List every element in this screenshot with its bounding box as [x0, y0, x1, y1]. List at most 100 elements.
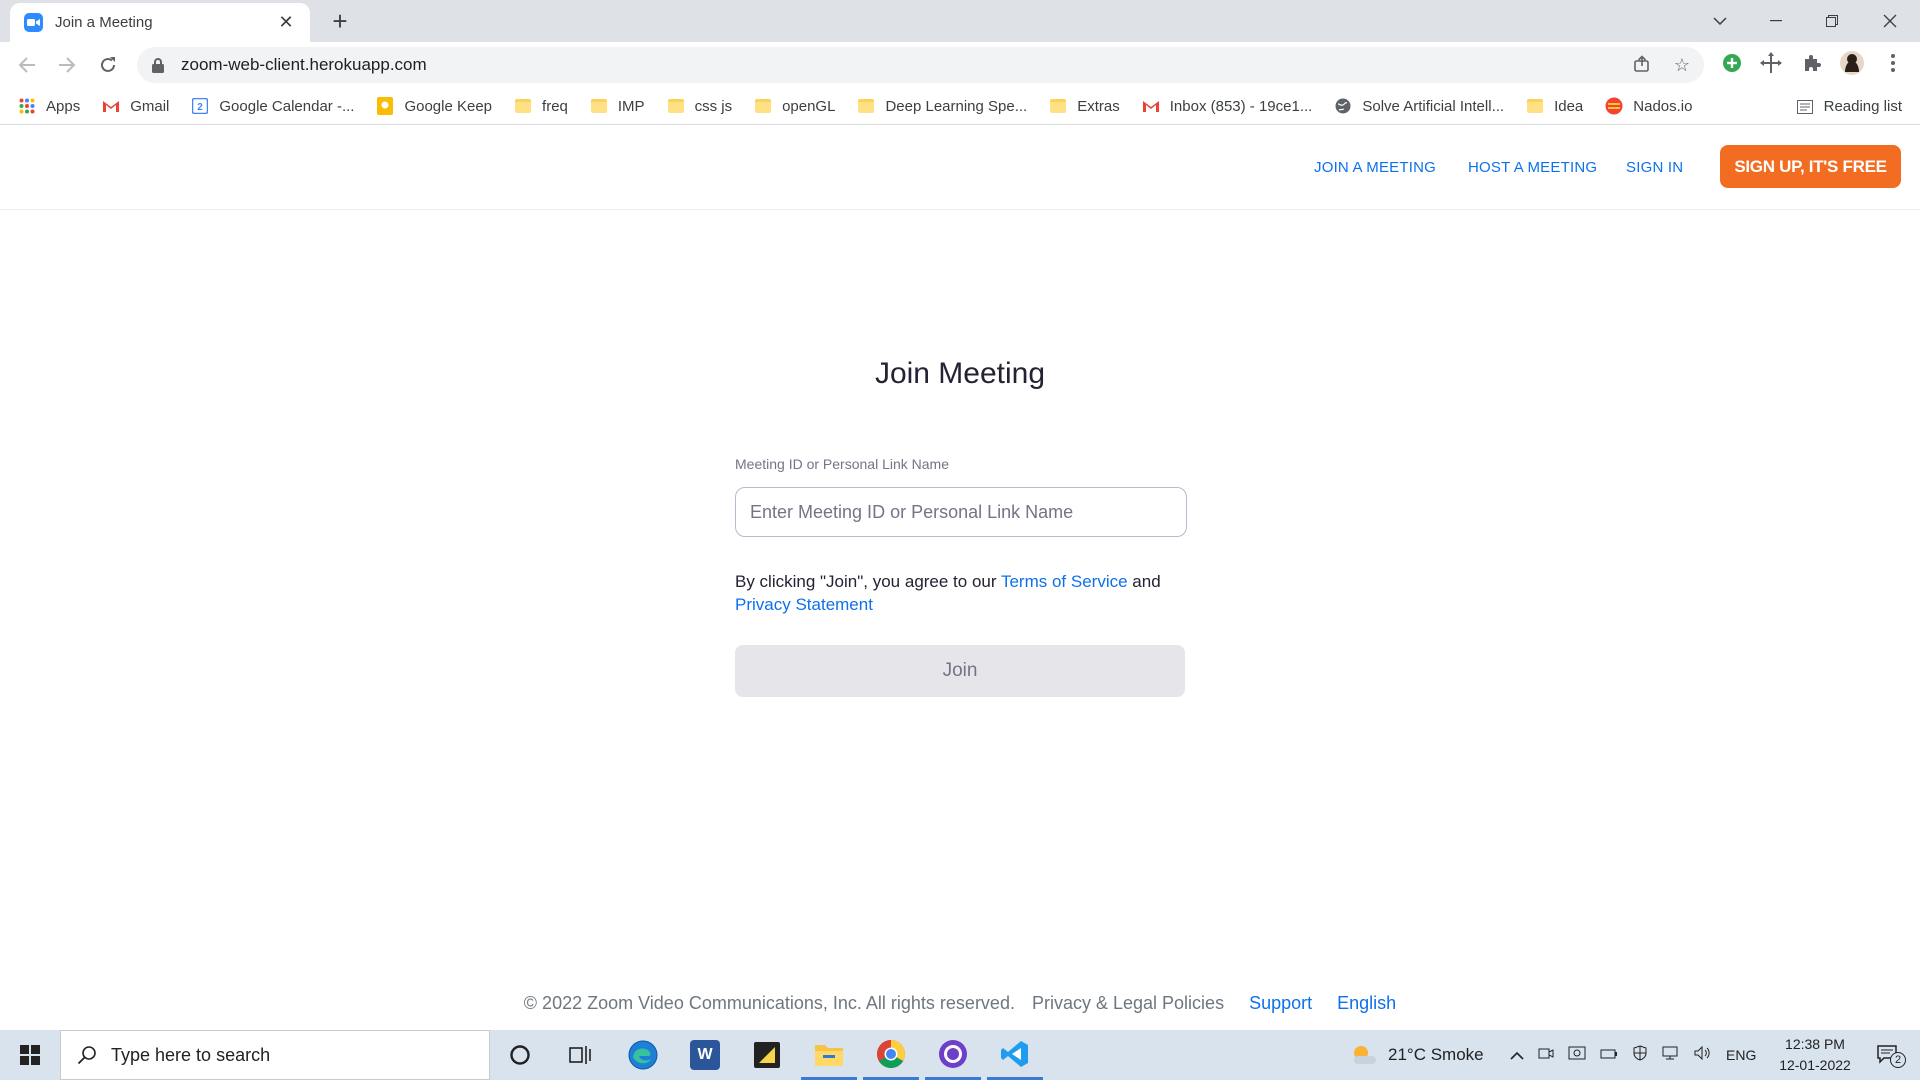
join-meeting-link[interactable]: JOIN A MEETING — [1314, 159, 1436, 176]
word-icon[interactable]: W — [677, 1030, 733, 1080]
minimize-button[interactable] — [1748, 0, 1804, 42]
apps-grid-icon — [18, 97, 36, 115]
tab-title: Join a Meeting — [55, 14, 153, 31]
extensions-puzzle-icon[interactable] — [1799, 50, 1825, 76]
bookmark-inbox[interactable]: Inbox (853) - 19ce1... — [1142, 97, 1313, 115]
bookmark-opengl[interactable]: openGL — [754, 97, 835, 115]
sign-in-link[interactable]: SIGN IN — [1626, 159, 1683, 176]
windows-logo-icon — [20, 1045, 40, 1065]
notification-center-button[interactable]: 2 — [1868, 1040, 1908, 1070]
folder-icon — [590, 97, 608, 115]
page-content: JOIN A MEETING HOST A MEETING SIGN IN SI… — [0, 125, 1920, 1030]
bookmark-extras[interactable]: Extras — [1049, 97, 1120, 115]
taskbar-search[interactable]: Type here to search — [60, 1030, 490, 1080]
language-selector[interactable]: English — [1337, 993, 1396, 1013]
screen-capture-icon[interactable] — [1568, 1045, 1586, 1065]
sign-up-button[interactable]: SIGN UP, IT'S FREE — [1720, 145, 1901, 188]
extension-move-icon[interactable] — [1758, 50, 1784, 76]
folder-icon — [514, 97, 532, 115]
bookmark-deep-learning[interactable]: Deep Learning Spe... — [857, 97, 1027, 115]
weather-widget[interactable]: 21°C Smoke — [1350, 1030, 1484, 1080]
gmail-icon — [102, 97, 120, 115]
chrome-icon[interactable] — [863, 1030, 919, 1080]
file-explorer-icon[interactable] — [801, 1030, 857, 1080]
extension-green-plus-icon[interactable] — [1719, 50, 1745, 76]
bookmark-label: Inbox (853) - 19ce1... — [1169, 97, 1313, 115]
bookmark-label: Nados.io — [1633, 97, 1693, 115]
restore-button[interactable] — [1804, 0, 1860, 42]
terms-of-service-link[interactable]: Terms of Service — [1001, 572, 1128, 591]
bookmark-google-calendar[interactable]: 2 Google Calendar -... — [191, 97, 354, 115]
github-desktop-icon[interactable] — [925, 1030, 981, 1080]
browser-toolbar: zoom-web-client.herokuapp.com ☆ — [0, 42, 1920, 88]
reading-list-label: Reading list — [1823, 98, 1902, 115]
back-button[interactable] — [12, 50, 42, 80]
browser-tab-strip: Join a Meeting ✕ + — [0, 0, 1920, 42]
reading-list-button[interactable]: Reading list — [1796, 88, 1902, 125]
zoom-favicon-icon — [24, 13, 43, 32]
share-icon[interactable] — [1632, 55, 1652, 75]
search-placeholder: Type here to search — [111, 1044, 271, 1065]
task-view-icon[interactable] — [552, 1030, 608, 1080]
bookmark-nados[interactable]: Nados.io — [1605, 97, 1692, 115]
support-link[interactable]: Support — [1249, 993, 1312, 1013]
bookmark-label: Gmail — [130, 97, 170, 115]
input-language[interactable]: ENG — [1726, 1047, 1756, 1063]
bookmark-label: Idea — [1554, 97, 1584, 115]
tab-close-icon[interactable]: ✕ — [276, 12, 296, 33]
bookmark-label: Deep Learning Spe... — [885, 97, 1028, 115]
edge-icon[interactable] — [615, 1030, 671, 1080]
agreement-prefix: By clicking "Join", you agree to our — [735, 572, 997, 591]
windows-taskbar: Type here to search W 21°C Smoke ENG 12:… — [0, 1030, 1920, 1080]
privacy-legal-link[interactable]: Privacy & Legal Policies — [1032, 993, 1224, 1013]
lock-icon — [152, 58, 164, 73]
bookmark-label: Google Keep — [404, 97, 493, 115]
start-button[interactable] — [0, 1030, 60, 1080]
chrome-menu-icon[interactable] — [1880, 50, 1906, 76]
url-text: zoom-web-client.herokuapp.com — [181, 55, 427, 74]
keep-icon — [376, 97, 394, 115]
bookmark-gmail[interactable]: Gmail — [102, 97, 169, 115]
sticky-notes-icon[interactable] — [739, 1030, 795, 1080]
profile-avatar[interactable] — [1839, 50, 1865, 76]
bookmark-freq[interactable]: freq — [514, 97, 568, 115]
vscode-icon[interactable] — [987, 1030, 1043, 1080]
agreement-and: and — [1132, 572, 1161, 591]
meeting-id-input[interactable] — [735, 487, 1187, 537]
agreement-text: By clicking "Join", you agree to our Ter… — [735, 570, 1205, 616]
address-bar[interactable]: zoom-web-client.herokuapp.com ☆ — [137, 47, 1704, 83]
bookmark-label: IMP — [617, 97, 645, 115]
browser-tab-active[interactable]: Join a Meeting ✕ — [10, 3, 310, 42]
search-icon — [77, 1046, 96, 1065]
tab-search-icon[interactable] — [1692, 0, 1748, 42]
forward-button[interactable] — [52, 50, 82, 80]
show-hidden-icons-icon[interactable] — [1510, 1045, 1524, 1065]
close-window-button[interactable] — [1862, 0, 1918, 42]
bookmark-apps[interactable]: Apps — [18, 97, 80, 115]
bookmark-label: Solve Artificial Intell... — [1362, 97, 1505, 115]
site-header: JOIN A MEETING HOST A MEETING SIGN IN SI… — [0, 125, 1920, 210]
gmail-icon — [1142, 97, 1160, 115]
bookmark-css-js[interactable]: css js — [667, 97, 732, 115]
privacy-statement-link[interactable]: Privacy Statement — [735, 595, 873, 614]
volume-icon[interactable] — [1694, 1045, 1712, 1065]
new-tab-button[interactable]: + — [326, 8, 354, 36]
bookmark-solve-ai[interactable]: Solve Artificial Intell... — [1334, 97, 1504, 115]
bookmark-label: Extras — [1077, 97, 1120, 115]
join-button[interactable]: Join — [735, 645, 1185, 697]
battery-icon[interactable] — [1600, 1045, 1618, 1065]
bookmark-star-icon[interactable]: ☆ — [1672, 55, 1692, 75]
bookmark-google-keep[interactable]: Google Keep — [376, 97, 492, 115]
bookmark-idea[interactable]: Idea — [1526, 97, 1583, 115]
cortana-icon[interactable] — [492, 1030, 548, 1080]
reload-button[interactable] — [93, 50, 123, 80]
bookmark-imp[interactable]: IMP — [590, 97, 645, 115]
taskbar-clock[interactable]: 12:38 PM 12-01-2022 — [1760, 1034, 1870, 1076]
weather-sun-icon — [1354, 1046, 1376, 1064]
network-icon[interactable] — [1662, 1045, 1680, 1065]
meet-now-icon[interactable] — [1538, 1045, 1554, 1065]
security-shield-icon[interactable] — [1632, 1044, 1648, 1066]
host-meeting-link[interactable]: HOST A MEETING — [1468, 159, 1597, 176]
globe-icon — [1334, 97, 1352, 115]
copyright-text: © 2022 Zoom Video Communications, Inc. A… — [523, 993, 1015, 1013]
